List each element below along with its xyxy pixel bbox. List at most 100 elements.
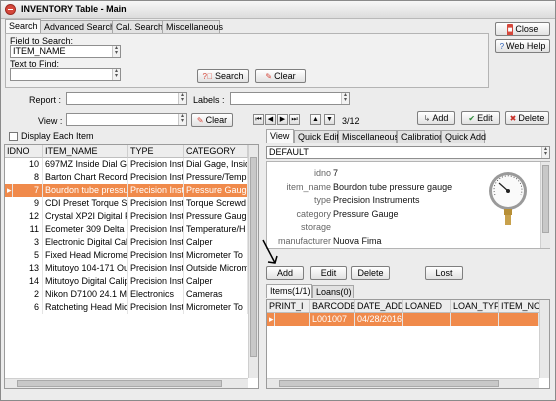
delete-record-button[interactable]: ✖ Delete [505, 111, 549, 125]
tab-loans[interactable]: Loans(0) [312, 285, 354, 298]
sub-lost-button[interactable]: Lost [425, 266, 463, 280]
horizontal-scrollbar[interactable] [5, 378, 248, 388]
detail-scrollbar[interactable] [540, 162, 550, 248]
table-row[interactable]: 2 Nikon D7100 24.1 MF Electronics Cameras [5, 288, 248, 301]
scroll-thumb[interactable] [542, 165, 549, 233]
tab-quick-add[interactable]: Quick Add [441, 130, 486, 143]
tab-cal-search[interactable]: Cal. Search [112, 20, 163, 33]
col-header-loan-type[interactable]: LOAN_TYPI [451, 300, 499, 313]
edit-icon: ✔ [468, 114, 476, 123]
table-row[interactable]: 6 Ratcheting Head Micr Precision Instr Micr… [5, 301, 248, 314]
inventory-window: INVENTORY Table - Main Search Advanced S… [0, 0, 556, 401]
view-layout-value: DEFAULT [269, 147, 309, 157]
clear-search-button[interactable]: ✎ Clear [255, 69, 306, 83]
display-each-item-checkbox[interactable] [9, 132, 18, 141]
table-cell: Bourdon tube pressur [45, 184, 128, 197]
table-row[interactable]: 3 Electronic Digital Calip Precision Instr… [5, 236, 248, 249]
dropdown-arrow-icon[interactable]: ▴ ▾ [112, 69, 120, 80]
table-cell: Dial Gage, Insid [186, 158, 248, 171]
first-record-icon[interactable]: ⏮ [253, 114, 264, 125]
sub-delete-button[interactable]: Delete [351, 266, 390, 280]
move-up-icon[interactable]: ▲ [310, 114, 321, 125]
col-header-print[interactable]: PRINT_I [267, 300, 310, 313]
dropdown-arrow-icon[interactable]: ▴ ▾ [541, 147, 549, 158]
search-button[interactable]: ?⃞ Search [197, 69, 249, 83]
table-row[interactable]: 12 Crystal XP2I Digital P Precision Instr P… [5, 210, 248, 223]
dropdown-arrow-icon[interactable]: ▴ ▾ [178, 114, 186, 125]
tab-view[interactable]: View [266, 129, 294, 143]
move-down-icon[interactable]: ▼ [324, 114, 335, 125]
table-row[interactable]: 10 697MZ Inside Dial Ga Precision Instr Dia… [5, 158, 248, 171]
table-row[interactable]: 8 Barton Chart Recorde Precision Instr Pres… [5, 171, 248, 184]
table-cell: Mitutoyo Digital Calip [45, 275, 128, 288]
tab-calibration[interactable]: Calibration [397, 130, 444, 143]
items-row[interactable]: L001007 04/28/2016 ▸ [267, 313, 539, 326]
table-cell: 12 [5, 210, 43, 223]
table-row[interactable]: 14 Mitutoyo Digital Calip Precision Instr C… [5, 275, 248, 288]
dropdown-arrow-icon[interactable]: ▴ ▾ [341, 93, 349, 104]
col-header-item-notes[interactable]: ITEM_NOTI [499, 300, 541, 313]
field-to-search-select[interactable]: ITEM_NAME ▴ ▾ [10, 45, 121, 58]
detail-label: type [313, 195, 331, 205]
table-cell: Outside Microm [186, 262, 248, 275]
text-to-find-input[interactable]: ▴ ▾ [10, 68, 121, 81]
sub-add-button[interactable]: Add [266, 266, 304, 280]
col-header-type[interactable]: TYPE [128, 145, 184, 158]
items-table[interactable]: PRINT_I BARCODE DATE_ADDI LOANED LOAN_TY… [266, 299, 550, 389]
tab-quick-edit[interactable]: Quick Edit [294, 130, 339, 143]
report-select[interactable]: ▴ ▾ [66, 92, 187, 105]
search-icon: ?⃞ [202, 72, 213, 81]
close-button-label: Close [515, 24, 539, 34]
edit-record-label: Edit [477, 113, 493, 123]
view-label: View : [38, 116, 63, 126]
table-cell: Crystal XP2I Digital P [45, 210, 128, 223]
table-cell: Nikon D7100 24.1 MF [45, 288, 128, 301]
inventory-table[interactable]: IDNO ITEM_NAME TYPE CATEGORY 10 697MZ Ins… [4, 144, 259, 389]
tab-items[interactable]: Items(1/1) [266, 284, 312, 298]
items-vertical-scrollbar[interactable] [539, 300, 549, 378]
col-header-category[interactable]: CATEGORY [184, 145, 248, 158]
scroll-thumb[interactable] [279, 380, 499, 387]
detail-value: Bourdon tube pressure gauge [333, 181, 453, 192]
table-cell: Mitutoyo 104-171 Ou [45, 262, 128, 275]
view-select[interactable]: ▴ ▾ [66, 113, 187, 126]
scroll-thumb[interactable] [17, 380, 222, 387]
col-header-item-name[interactable]: ITEM_NAME [43, 145, 128, 158]
edit-record-button[interactable]: ✔ Edit [461, 111, 500, 125]
table-row[interactable]: 5 Fixed Head Micromet Precision Instr Micro… [5, 249, 248, 262]
add-record-button[interactable]: ↳ Add [417, 111, 455, 125]
table-row[interactable]: 7 Bourdon tube pressur Precision Instr Pres… [5, 184, 248, 197]
dropdown-arrow-icon[interactable]: ▴ ▾ [178, 93, 186, 104]
tab-miscellaneous[interactable]: Miscellaneous [162, 20, 223, 33]
tab-search[interactable]: Search [5, 19, 41, 33]
col-header-barcode[interactable]: BARCODE [310, 300, 355, 313]
next-record-icon[interactable]: ▶ [277, 114, 288, 125]
table-row[interactable]: 11 Ecometer 309 Delta T Precision Instr Tem… [5, 223, 248, 236]
col-header-idno[interactable]: IDNO [5, 145, 43, 158]
col-header-date-added[interactable]: DATE_ADDI [355, 300, 403, 313]
tab-right-miscellaneous[interactable]: Miscellaneous [338, 130, 399, 143]
vertical-scrollbar[interactable] [248, 145, 258, 378]
table-cell: Cameras [184, 288, 248, 301]
web-help-button[interactable]: ? Web Help [495, 39, 550, 53]
report-label: Report : [29, 95, 62, 105]
table-row[interactable]: 9 CDI Preset Torque S Precision Instr Torqu… [5, 197, 248, 210]
last-record-icon[interactable]: ⏭ [289, 114, 300, 125]
tab-advanced-search[interactable]: Advanced Search [40, 20, 115, 33]
col-header-loaned[interactable]: LOANED [403, 300, 451, 313]
dropdown-arrow-icon[interactable]: ▴ ▾ [112, 46, 120, 57]
table-cell: Electronics [128, 288, 184, 301]
scroll-thumb[interactable] [250, 157, 257, 357]
close-button[interactable]: ■ Close [495, 22, 550, 36]
labels-select[interactable]: ▴ ▾ [230, 92, 350, 105]
clear-view-button[interactable]: ✎ Clear [191, 113, 233, 127]
close-icon: ■ [506, 24, 514, 35]
items-horizontal-scrollbar[interactable] [267, 378, 539, 388]
table-cell: 9 [5, 197, 43, 210]
prev-record-icon[interactable]: ◀ [265, 114, 276, 125]
view-layout-select[interactable]: DEFAULT ▴ ▾ [266, 146, 550, 159]
table-row[interactable]: 13 Mitutoyo 104-171 Ou Precision Instr Outs… [5, 262, 248, 275]
table-cell: Ecometer 309 Delta T [45, 223, 128, 236]
app-icon[interactable] [5, 4, 16, 15]
sub-edit-button[interactable]: Edit [310, 266, 347, 280]
